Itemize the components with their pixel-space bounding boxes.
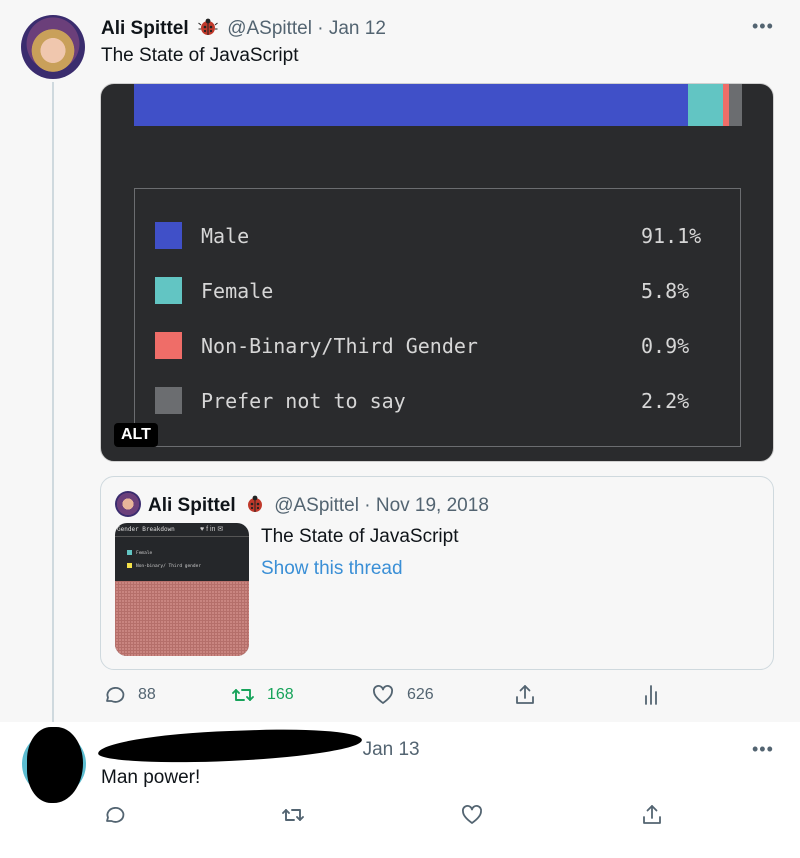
- legend-value: 0.9%: [641, 334, 690, 358]
- tweet-actions: [0, 803, 800, 833]
- quoted-tweet[interactable]: Ali Spittel @ASpittel · Nov 19, 2018 Gen…: [100, 476, 774, 670]
- thread-connector-line: [52, 82, 54, 728]
- alt-badge[interactable]: ALT: [114, 423, 158, 447]
- legend-swatch: [155, 387, 182, 414]
- legend-item: Female 5.8%: [155, 277, 715, 305]
- separator-dot: [352, 739, 357, 760]
- legend-item: Male 91.1%: [155, 222, 715, 250]
- legend-swatch: [155, 222, 182, 249]
- separator-dot: ·: [364, 495, 371, 516]
- retweet-count: 168: [267, 686, 294, 703]
- like-button[interactable]: [460, 803, 496, 827]
- retweet-icon: [232, 689, 254, 701]
- author-name: Ali Spittel: [148, 495, 236, 516]
- heart-icon: [373, 685, 393, 704]
- legend: Male 91.1% Female 5.8% Non-Binary/Third …: [134, 188, 741, 447]
- reply-icon: [106, 687, 125, 703]
- bar-segment-female: [687, 84, 724, 126]
- legend-item: Non-Binary/Third Gender 0.9%: [155, 332, 715, 360]
- retweet-button[interactable]: [281, 803, 317, 827]
- quoted-tweet-header: Ali Spittel @ASpittel · Nov 19, 2018: [148, 494, 489, 517]
- reply-icon: [106, 807, 125, 823]
- like-button[interactable]: 626: [371, 683, 434, 707]
- share-icons: ♥ f in ✉: [200, 526, 224, 533]
- reply-count: 88: [138, 686, 156, 703]
- tweet-media-image[interactable]: Male 91.1% Female 5.8% Non-Binary/Third …: [100, 83, 774, 462]
- ladybug-icon: [247, 495, 262, 512]
- legend-swatch: [155, 332, 182, 359]
- tweet-date[interactable]: Jan 12: [329, 18, 386, 39]
- tweet[interactable]: Ali Spittel @ASpittel · Jan 12 ••• The S…: [0, 0, 800, 728]
- thumbnail-legend-item: Non-binary/ Third gender: [127, 563, 201, 569]
- legend-value: 2.2%: [641, 389, 690, 413]
- quoted-tweet-thumbnail: Gender Breakdown ♥ f in ✉ Female Non-bin…: [115, 523, 249, 656]
- retweet-icon: [282, 809, 304, 821]
- thumbnail-waffle-grid: [115, 581, 249, 656]
- ladybug-icon: [198, 18, 218, 35]
- share-button[interactable]: [640, 803, 676, 827]
- legend-value: 91.1%: [641, 224, 702, 248]
- legend-label: Male: [201, 224, 250, 248]
- avatar: [115, 491, 141, 517]
- bar-segment-male: [134, 84, 688, 126]
- redaction-scribble: [27, 727, 83, 803]
- tweet-text: The State of JavaScript: [101, 45, 299, 66]
- tweet-date: Nov 19, 2018: [375, 495, 489, 516]
- heart-icon: [462, 805, 482, 824]
- tweet-header: Jan 13: [352, 739, 420, 761]
- share-button[interactable]: [513, 683, 549, 707]
- tweet-header: Ali Spittel @ASpittel · Jan 12: [101, 17, 386, 40]
- legend-value: 5.8%: [641, 279, 690, 303]
- redaction-scribble: [97, 726, 363, 766]
- like-count: 626: [407, 686, 434, 703]
- analytics-button[interactable]: [640, 683, 676, 707]
- show-thread-link[interactable]: Show this thread: [261, 558, 403, 580]
- avatar[interactable]: [21, 15, 85, 79]
- legend-label: Female: [201, 279, 274, 303]
- author-handle[interactable]: @ASpittel: [227, 18, 312, 39]
- thumbnail-legend-item: Female: [127, 550, 152, 556]
- tweet-actions: 88 168 626: [0, 683, 800, 713]
- author-handle: @ASpittel: [274, 495, 359, 516]
- analytics-icon: [645, 685, 657, 705]
- author-name[interactable]: Ali Spittel: [101, 18, 189, 39]
- more-horizontal-icon[interactable]: •••: [752, 739, 774, 760]
- reply-button[interactable]: 88: [102, 683, 156, 707]
- reply-button[interactable]: [102, 803, 138, 827]
- reply-tweet[interactable]: Jan 13 ••• Man power!: [0, 722, 800, 858]
- legend-label: Prefer not to say: [201, 389, 406, 413]
- quoted-tweet-text: The State of JavaScript: [261, 526, 459, 547]
- legend-swatch: [155, 277, 182, 304]
- retweet-button[interactable]: 168: [231, 683, 294, 707]
- tweet-date[interactable]: Jan 13: [363, 739, 420, 760]
- legend-label: Non-Binary/Third Gender: [201, 334, 478, 358]
- gender-stacked-bar: [134, 84, 742, 126]
- share-icon: [643, 805, 661, 824]
- share-icon: [516, 685, 534, 704]
- bar-segment-prefer-not: [728, 84, 742, 126]
- legend-item: Prefer not to say 2.2%: [155, 387, 715, 415]
- thumbnail-title: Gender Breakdown: [117, 526, 175, 533]
- separator-dot: ·: [317, 18, 324, 39]
- tweet-text: Man power!: [101, 767, 201, 788]
- more-horizontal-icon[interactable]: •••: [752, 16, 774, 37]
